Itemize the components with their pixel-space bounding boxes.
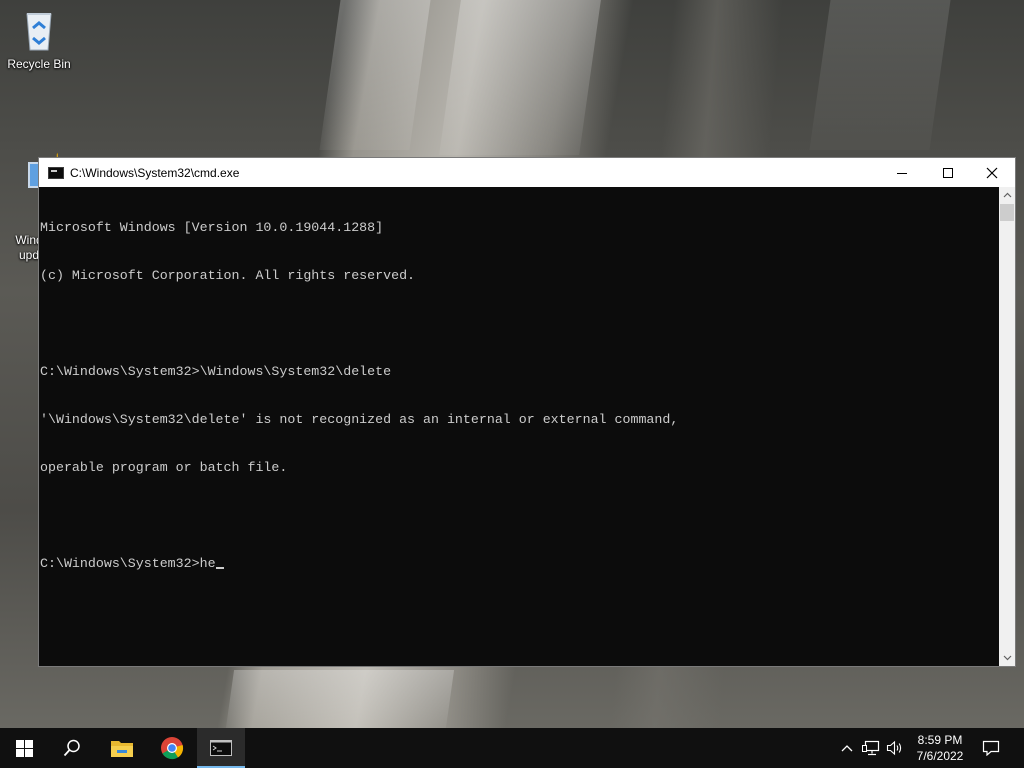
notification-icon <box>982 740 1000 756</box>
chevron-down-icon <box>1003 655 1011 661</box>
console-line: operable program or batch file. <box>40 460 288 475</box>
volume-button[interactable] <box>884 728 906 768</box>
taskbar: 8:59 PM 7/6/2022 <box>0 728 1024 768</box>
show-hidden-icons-button[interactable] <box>838 728 856 768</box>
clock-date: 7/6/2022 <box>916 749 964 763</box>
window-titlebar[interactable]: C:\Windows\System32\cmd.exe <box>39 158 1015 187</box>
wallpaper-rock-detail <box>225 670 455 728</box>
scroll-down-button[interactable] <box>999 650 1015 666</box>
console-line: '\Windows\System32\delete' is not recogn… <box>40 412 679 427</box>
minimize-icon <box>897 172 907 174</box>
wallpaper-rock-detail <box>439 0 601 155</box>
recycle-bin-icon <box>0 8 78 55</box>
chevron-up-icon <box>1003 192 1011 198</box>
console-line: Microsoft Windows [Version 10.0.19044.12… <box>40 220 384 235</box>
scrollbar-thumb[interactable] <box>1000 204 1014 221</box>
desktop-icon-recycle-bin[interactable]: Recycle Bin <box>0 8 78 71</box>
console-output[interactable]: Microsoft Windows [Version 10.0.19044.12… <box>39 187 999 666</box>
chrome-button[interactable] <box>148 728 196 768</box>
console-input-line[interactable]: C:\Windows\System32>he <box>40 556 999 572</box>
minimize-button[interactable] <box>879 158 925 187</box>
cmd-window[interactable]: C:\Windows\System32\cmd.exe Microsoft Wi… <box>38 157 1016 667</box>
search-button[interactable] <box>48 728 96 768</box>
console-prompt: C:\Windows\System32> <box>40 556 200 571</box>
file-explorer-button[interactable] <box>98 728 146 768</box>
volume-icon <box>886 740 902 756</box>
maximize-button[interactable] <box>925 158 971 187</box>
wallpaper-rock-detail <box>319 0 431 150</box>
cmd-icon <box>210 740 232 756</box>
text-cursor <box>215 567 224 569</box>
clock-time: 8:59 PM <box>917 733 963 747</box>
windows-logo-icon <box>15 739 33 757</box>
desktop-icon-label: Recycle Bin <box>7 57 71 71</box>
network-button[interactable] <box>860 728 882 768</box>
chevron-up-icon <box>841 745 853 752</box>
close-icon <box>986 167 998 178</box>
maximize-icon <box>943 167 953 178</box>
search-icon <box>63 739 80 757</box>
cmd-icon <box>48 166 64 179</box>
console-line: (c) Microsoft Corporation. All rights re… <box>40 268 416 283</box>
network-icon <box>862 740 880 756</box>
folder-icon <box>111 741 133 757</box>
wallpaper-rock-detail <box>809 0 951 150</box>
window-title: C:\Windows\System32\cmd.exe <box>70 165 240 180</box>
command-prompt-taskbar-button[interactable] <box>197 728 245 768</box>
close-button[interactable] <box>969 158 1015 187</box>
start-button[interactable] <box>0 728 48 768</box>
vertical-scrollbar[interactable] <box>999 187 1015 666</box>
console-line: C:\Windows\System32>\Windows\System32\de… <box>40 364 392 379</box>
console-input[interactable]: he <box>200 556 216 571</box>
taskbar-clock[interactable]: 8:59 PM 7/6/2022 <box>906 732 974 764</box>
scroll-up-button[interactable] <box>999 187 1015 203</box>
action-center-button[interactable] <box>976 728 1006 768</box>
chrome-icon <box>161 737 184 760</box>
